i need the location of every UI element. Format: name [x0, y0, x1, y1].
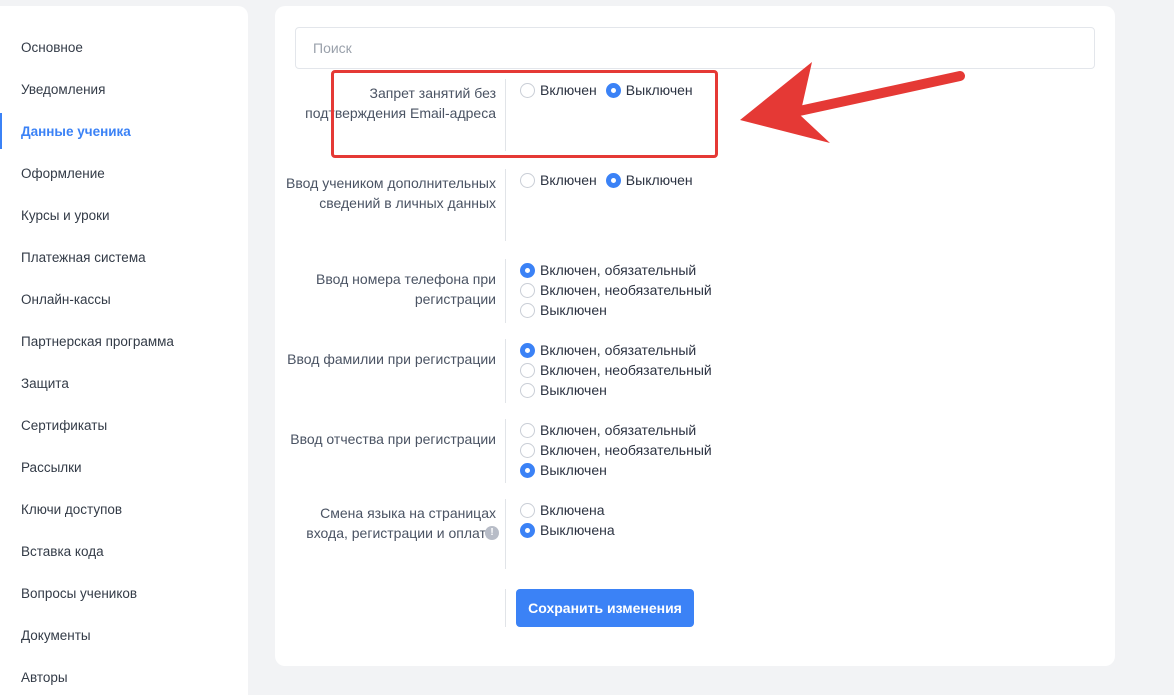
radio-button[interactable] [520, 302, 535, 318]
radio-option-disabled[interactable]: Выключена [520, 520, 615, 540]
divider [505, 419, 506, 483]
radio-button[interactable] [520, 262, 535, 278]
radio-button[interactable] [520, 422, 535, 438]
radio-button[interactable] [520, 502, 535, 518]
info-icon[interactable]: ! [485, 526, 499, 540]
sidebar-item-authors[interactable]: Авторы [0, 659, 248, 695]
sidebar-item-label: Данные ученика [21, 123, 131, 139]
setting-additional-info: Ввод учеником дополнительных сведений в … [275, 169, 1115, 241]
sidebar-item-label: Партнерская программа [21, 333, 174, 349]
setting-label: Ввод отчества при регистрации [290, 431, 496, 447]
setting-label: Смена языка на страницах входа, регистра… [286, 503, 496, 543]
divider [505, 169, 506, 241]
radio-label: Включен, обязательный [540, 422, 697, 438]
sidebar-item-affiliate-program[interactable]: Партнерская программа [0, 323, 248, 359]
radio-option-enabled[interactable]: Включен [520, 170, 597, 190]
sidebar: Основное Уведомления Данные ученика Офор… [0, 6, 248, 695]
setting-surname-on-registration: Ввод фамилии при регистрации Включен, об… [275, 339, 1115, 403]
radio-option-disabled[interactable]: Выключен [520, 460, 712, 480]
radio-label: Выключен [540, 302, 607, 318]
sidebar-item-certificates[interactable]: Сертификаты [0, 407, 248, 443]
radio-label: Включен, необязательный [540, 282, 712, 298]
sidebar-item-label: Уведомления [21, 81, 106, 97]
setting-label-text: Смена языка на страницах входа, регистра… [306, 505, 496, 541]
radio-group: Включен Выключен [520, 170, 702, 190]
radio-option-optional[interactable]: Включен, необязательный [520, 280, 712, 300]
search-input[interactable] [295, 27, 1095, 69]
radio-group: Включен, обязательный Включен, необязате… [520, 260, 712, 320]
sidebar-item-code-insert[interactable]: Вставка кода [0, 533, 248, 569]
setting-phone-on-registration: Ввод номера телефона при регистрации Вкл… [275, 259, 1115, 323]
sidebar-item-general[interactable]: Основное [0, 29, 248, 65]
radio-label: Включен [540, 172, 597, 188]
sidebar-item-label: Оформление [21, 165, 105, 181]
radio-option-disabled[interactable]: Выключен [520, 380, 712, 400]
radio-option-disabled[interactable]: Выключен [605, 170, 693, 190]
sidebar-item-documents[interactable]: Документы [0, 617, 248, 653]
radio-button[interactable] [520, 172, 535, 188]
radio-label: Выключена [540, 522, 615, 538]
radio-label: Включен, обязательный [540, 262, 697, 278]
sidebar-item-label: Рассылки [21, 459, 82, 475]
sidebar-item-label: Курсы и уроки [21, 207, 110, 223]
radio-label: Включен, необязательный [540, 442, 712, 458]
radio-option-required[interactable]: Включен, обязательный [520, 420, 712, 440]
setting-label: Ввод номера телефона при регистрации [316, 271, 496, 307]
radio-label: Включен, необязательный [540, 362, 712, 378]
annotation-highlight-box [331, 70, 718, 158]
sidebar-item-notifications[interactable]: Уведомления [0, 71, 248, 107]
sidebar-item-label: Документы [21, 627, 91, 643]
sidebar-item-label: Вставка кода [21, 543, 104, 559]
sidebar-item-protection[interactable]: Защита [0, 365, 248, 401]
sidebar-item-student-data[interactable]: Данные ученика [0, 113, 248, 149]
sidebar-item-courses[interactable]: Курсы и уроки [0, 197, 248, 233]
radio-group: Включена Выключена [520, 500, 615, 540]
radio-label: Выключен [625, 172, 693, 188]
radio-button[interactable] [520, 342, 535, 358]
radio-group: Включен, обязательный Включен, необязате… [520, 340, 712, 400]
radio-button[interactable] [520, 522, 535, 538]
radio-button[interactable] [520, 282, 535, 298]
sidebar-item-label: Основное [21, 39, 83, 55]
radio-label: Включена [540, 502, 605, 518]
setting-label: Ввод учеником дополнительных сведений в … [286, 175, 496, 211]
divider [505, 499, 506, 569]
radio-option-disabled[interactable]: Выключен [520, 300, 712, 320]
radio-button[interactable] [520, 362, 535, 378]
sidebar-item-label: Вопросы учеников [21, 585, 138, 601]
save-changes-button[interactable]: Сохранить изменения [516, 589, 694, 627]
radio-button[interactable] [520, 462, 535, 478]
sidebar-item-label: Авторы [21, 669, 68, 685]
radio-option-required[interactable]: Включен, обязательный [520, 260, 712, 280]
radio-group: Включен, обязательный Включен, необязате… [520, 420, 712, 480]
sidebar-item-access-keys[interactable]: Ключи доступов [0, 491, 248, 527]
radio-option-optional[interactable]: Включен, необязательный [520, 360, 712, 380]
radio-label: Включен, обязательный [540, 342, 697, 358]
radio-option-required[interactable]: Включен, обязательный [520, 340, 712, 360]
divider [505, 339, 506, 403]
sidebar-item-label: Сертификаты [21, 417, 108, 433]
sidebar-item-label: Онлайн-кассы [21, 291, 111, 307]
sidebar-item-label: Защита [21, 375, 69, 391]
setting-patronymic-on-registration: Ввод отчества при регистрации Включен, о… [275, 419, 1115, 483]
sidebar-item-mailings[interactable]: Рассылки [0, 449, 248, 485]
setting-label: Ввод фамилии при регистрации [287, 351, 496, 367]
radio-button[interactable] [605, 172, 621, 188]
radio-label: Выключен [540, 382, 607, 398]
radio-label: Выключен [540, 462, 607, 478]
sidebar-item-label: Ключи доступов [21, 501, 123, 517]
setting-language-switch: Смена языка на страницах входа, регистра… [275, 499, 1115, 569]
radio-option-optional[interactable]: Включен, необязательный [520, 440, 712, 460]
sidebar-item-label: Платежная система [21, 249, 146, 265]
radio-option-enabled[interactable]: Включена [520, 500, 615, 520]
sidebar-item-student-questions[interactable]: Вопросы учеников [0, 575, 248, 611]
sidebar-item-online-cashboxes[interactable]: Онлайн-кассы [0, 281, 248, 317]
sidebar-item-payment-system[interactable]: Платежная система [0, 239, 248, 275]
annotation-arrow-icon [740, 62, 965, 143]
divider [505, 589, 506, 627]
sidebar-item-design[interactable]: Оформление [0, 155, 248, 191]
divider [505, 259, 506, 323]
radio-button[interactable] [520, 442, 535, 458]
radio-button[interactable] [520, 382, 535, 398]
